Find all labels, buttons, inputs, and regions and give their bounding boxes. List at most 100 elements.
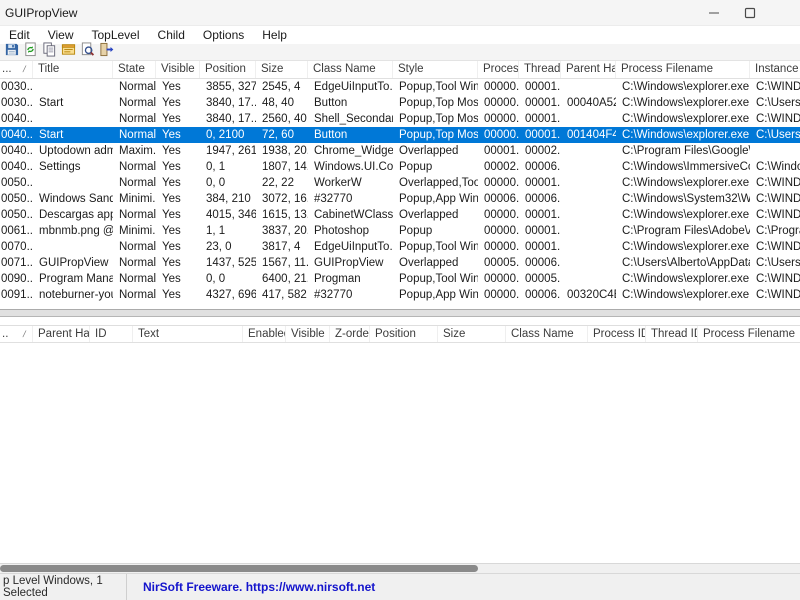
toolbar-button-exit[interactable] — [97, 42, 115, 60]
table-row[interactable]: 0061... mbnmb.png @... Minimi... Yes 1, 1 383… — [0, 223, 800, 239]
minimize-icon — [709, 12, 719, 14]
cell: 3855, 327 — [206, 81, 256, 93]
table-row[interactable]: 0040... Normal Yes 3840, 17... 2560, 40 Shell… — [0, 111, 800, 127]
cell — [750, 143, 800, 159]
column-header-thread[interactable]: Thread... — [519, 61, 561, 78]
top-pane-header: ... / Title State Visible Position Size Class N… — [0, 61, 800, 79]
column-header-visible[interactable]: Visible — [156, 61, 200, 78]
table-row[interactable]: 0091... noteburner-you... Normal Yes 4327, 6… — [0, 287, 800, 303]
column-header-position[interactable]: Position — [200, 61, 256, 78]
cell: 00001... — [525, 177, 561, 189]
column-header-parent-ha[interactable]: Parent Ha... — [561, 61, 616, 78]
cell — [561, 111, 616, 127]
table-row[interactable]: 0040... Uptodown adm... Maxim... Yes 1947, 2… — [0, 143, 800, 159]
column-header-style[interactable]: Style — [393, 61, 478, 78]
column-header-state[interactable]: State — [113, 61, 156, 78]
toolbar-button-copy[interactable] — [40, 42, 58, 60]
cell — [561, 79, 616, 95]
table-row[interactable]: 0050... Descargas apps Normal Yes 4015, 346 1… — [0, 207, 800, 223]
cell: 0050... — [1, 209, 33, 221]
cell: 0040... — [1, 129, 33, 141]
cell — [561, 143, 616, 159]
column-header-proces[interactable]: Proces... — [478, 61, 519, 78]
cell: 0061... — [1, 225, 33, 237]
toolbar-button-save[interactable] — [2, 43, 20, 60]
column-header-parent-ha[interactable]: Parent Ha... — [33, 326, 90, 342]
cell: 23, 0 — [206, 241, 232, 253]
cell: 00001... — [525, 209, 561, 221]
table-row[interactable]: 0030... Normal Yes 3855, 327 2545, 4 EdgeUiIn… — [0, 79, 800, 95]
cell: C:\Windows\explorer.exe — [622, 81, 750, 93]
toolbar-button-properties[interactable] — [59, 44, 77, 60]
menu-item-help[interactable]: Help — [253, 27, 296, 43]
cell: 00001... — [484, 145, 519, 157]
cell: Yes — [162, 161, 181, 173]
table-row[interactable]: 0070... Normal Yes 23, 0 3817, 4 EdgeUiInputT… — [0, 239, 800, 255]
menu-item-edit[interactable]: Edit — [0, 27, 39, 43]
cell: C:\Windows\explorer.exe — [622, 289, 750, 301]
column-header-process-filename[interactable]: Process Filename — [698, 326, 800, 342]
column-header-title[interactable]: Title — [33, 61, 113, 78]
table-row[interactable]: 0030... Start Normal Yes 3840, 17... 48, 40 Bu… — [0, 95, 800, 111]
column-header-z-order[interactable]: Z-order — [330, 326, 370, 342]
table-row[interactable]: 0040... Settings Normal Yes 0, 1 1807, 14... W… — [0, 159, 800, 175]
column-header-position[interactable]: Position — [370, 326, 438, 342]
pane-splitter[interactable] — [0, 309, 800, 317]
cell: Popup — [399, 161, 433, 173]
column-header-thread-id[interactable]: Thread ID — [646, 326, 698, 342]
bottom-pane-header: ../Parent Ha...IDTextEnabledVisibleZ-ord… — [0, 325, 800, 343]
horizontal-scrollbar[interactable] — [0, 563, 800, 573]
cell: WorkerW — [314, 177, 362, 189]
column-header-instance-f[interactable]: Instance F... — [750, 61, 800, 78]
column-header-id[interactable]: ID — [90, 326, 133, 342]
column-header-text[interactable]: Text — [133, 326, 243, 342]
cell: Normal — [119, 129, 156, 141]
menu-item-toplevel[interactable]: TopLevel — [82, 27, 148, 43]
cell: Yes — [162, 97, 181, 109]
menu-item-options[interactable]: Options — [194, 27, 253, 43]
cell: 1807, 14... — [262, 161, 308, 173]
column-header-size[interactable]: Size — [438, 326, 506, 342]
cell: Progman — [314, 273, 361, 285]
maximize-button[interactable] — [736, 0, 764, 26]
cell: 00000... — [484, 177, 519, 189]
cell: Popup,Tool Win... — [399, 81, 478, 93]
toolbar-button-refresh[interactable] — [21, 42, 39, 60]
cell: 0, 0 — [206, 177, 226, 189]
column-header-visible[interactable]: Visible — [286, 326, 330, 342]
table-row[interactable]: 0071... GUIPropView Normal Yes 1437, 525 1567… — [0, 255, 800, 271]
menu-item-view[interactable]: View — [39, 27, 83, 43]
cell: Yes — [162, 129, 181, 141]
cell: Overlapped — [399, 257, 459, 269]
cell: Normal — [119, 241, 156, 253]
column-header-process-id[interactable]: Process ID — [588, 326, 646, 342]
cell: Overlapped — [399, 209, 459, 221]
scrollbar-thumb[interactable] — [0, 565, 478, 572]
minimize-button[interactable] — [700, 0, 728, 26]
cell: Normal — [119, 97, 156, 109]
column-header-process-filename[interactable]: Process Filename — [616, 61, 750, 78]
menu-item-child[interactable]: Child — [149, 27, 194, 43]
column-header-blank[interactable]: ... / — [0, 61, 33, 78]
cell: C:\Windo... — [756, 161, 800, 173]
table-row[interactable]: 0090... Program Mana... Normal Yes 0, 0 6400,… — [0, 271, 800, 287]
cell: 48, 40 — [262, 97, 294, 109]
column-header-size[interactable]: Size — [256, 61, 308, 78]
cell: 00000... — [484, 289, 519, 301]
cell: 384, 210 — [206, 193, 251, 205]
cell: Program Mana... — [39, 273, 113, 285]
column-header-blank[interactable]: .. / — [0, 326, 33, 342]
cell: Descargas apps — [39, 209, 113, 221]
cell: C:\WINDO... — [756, 289, 800, 301]
nirsoft-link[interactable]: NirSoft Freeware. https://www.nirsoft.ne… — [127, 580, 375, 594]
cell: 1, 1 — [206, 225, 226, 237]
table-row[interactable]: 0050... Windows Sand... Minimi... Yes 384, 2… — [0, 191, 800, 207]
column-header-enabled[interactable]: Enabled — [243, 326, 286, 342]
table-row[interactable]: 0050... Normal Yes 0, 0 22, 22 WorkerW Overlap… — [0, 175, 800, 191]
column-header-class-name[interactable]: Class Name — [506, 326, 588, 342]
column-header-class-name[interactable]: Class Name — [308, 61, 393, 78]
cell: C:\Users\... — [756, 97, 800, 109]
toolbar-button-find[interactable] — [78, 42, 96, 60]
child-windows-pane: ../Parent Ha...IDTextEnabledVisibleZ-ord… — [0, 325, 800, 563]
table-row[interactable]: 0040... Start Normal Yes 0, 2100 72, 60 Button… — [0, 127, 800, 143]
